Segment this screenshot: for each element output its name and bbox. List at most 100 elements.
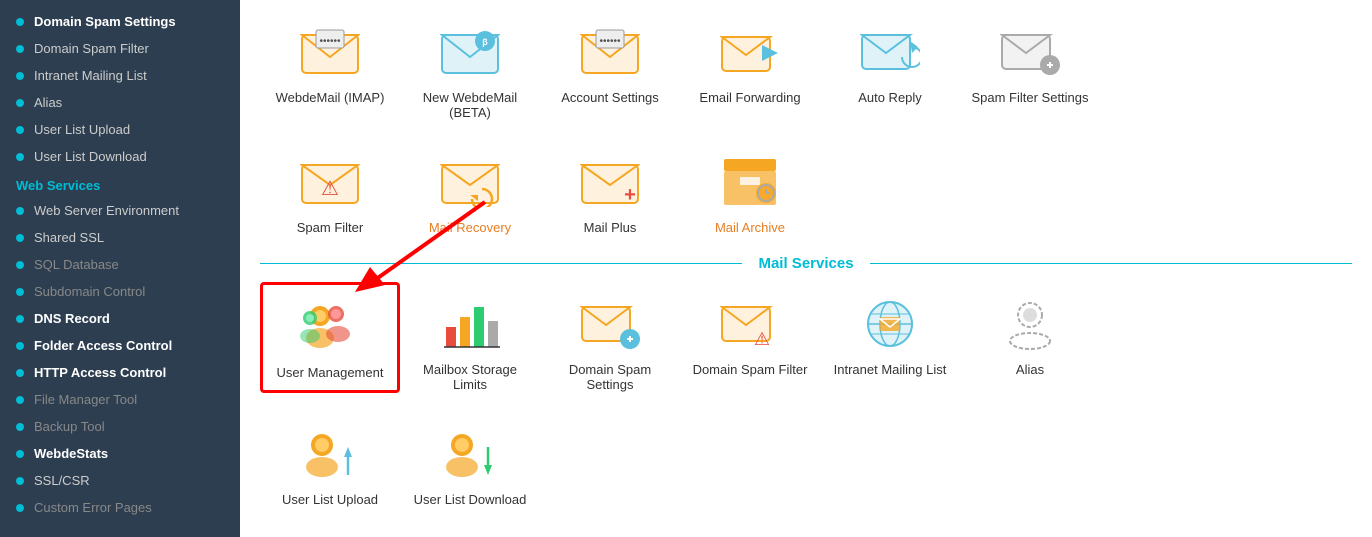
dot-icon	[16, 126, 24, 134]
dot-icon	[16, 99, 24, 107]
user-management-icon	[298, 295, 362, 359]
sidebar-item-user-list-upload[interactable]: User List Upload	[0, 116, 240, 143]
dot-icon	[16, 477, 24, 485]
mail-archive-label: Mail Archive	[715, 220, 785, 235]
mail-services-title: Mail Services	[742, 255, 869, 272]
sidebar-item-backup-tool[interactable]: Backup Tool	[0, 413, 240, 440]
user-list-upload-label: User List Upload	[282, 492, 378, 507]
mail-recovery[interactable]: Mail Recovery	[400, 140, 540, 245]
user-management[interactable]: User Management	[260, 282, 400, 393]
mail-services-divider: Mail Services	[260, 255, 1352, 272]
row3: User Management Mailbox Storage Limits	[260, 282, 1352, 402]
dot-icon	[16, 207, 24, 215]
email-forwarding-icon	[718, 20, 782, 84]
spam-filter-label: Spam Filter	[297, 220, 363, 235]
account-settings[interactable]: •••••• Account Settings	[540, 10, 680, 115]
email-forwarding-label: Email Forwarding	[699, 90, 800, 105]
domain-spam-filter-icon-item[interactable]: ⚠ Domain Spam Filter	[680, 282, 820, 387]
user-list-download[interactable]: User List Download	[400, 412, 540, 517]
spam-filter[interactable]: ⚠ Spam Filter	[260, 140, 400, 245]
svg-text:+: +	[624, 184, 636, 206]
new-webdemail-label: New WebdeMail (BETA)	[408, 90, 532, 120]
sidebar-item-webdestats[interactable]: WebdeStats	[0, 440, 240, 467]
intranet-mailing-list-label: Intranet Mailing List	[834, 362, 947, 377]
domain-spam-settings-icon-item[interactable]: Domain Spam Settings	[540, 282, 680, 402]
auto-reply-label: Auto Reply	[858, 90, 922, 105]
row2: ⚠ Spam Filter Mail Recovery	[260, 140, 1352, 245]
dot-icon	[16, 423, 24, 431]
sidebar-item-domain-spam-settings[interactable]: Domain Spam Settings	[0, 8, 240, 35]
dot-icon	[16, 504, 24, 512]
sidebar-item-alias[interactable]: Alias	[0, 89, 240, 116]
svg-text:••••••: ••••••	[599, 36, 621, 47]
new-webdemail-beta[interactable]: β New WebdeMail (BETA)	[400, 10, 540, 130]
mail-archive[interactable]: Mail Archive	[680, 140, 820, 245]
svg-text:••••••: ••••••	[319, 36, 341, 47]
sidebar: Domain Spam Settings Domain Spam Filter …	[0, 0, 240, 537]
dot-icon	[16, 396, 24, 404]
intranet-mailing-list-icon-item[interactable]: Intranet Mailing List	[820, 282, 960, 387]
sidebar-item-subdomain-control[interactable]: Subdomain Control	[0, 278, 240, 305]
dot-icon	[16, 450, 24, 458]
dot-icon	[16, 315, 24, 323]
dot-icon	[16, 234, 24, 242]
dot-icon	[16, 288, 24, 296]
divider-line-left	[260, 263, 742, 264]
mail-plus[interactable]: + Mail Plus	[540, 140, 680, 245]
domain-spam-settings-icon	[578, 292, 642, 356]
dot-icon	[16, 261, 24, 269]
spam-filter-settings[interactable]: Spam Filter Settings	[960, 10, 1100, 115]
new-webdemail-icon: β	[438, 20, 502, 84]
user-list-upload[interactable]: User List Upload	[260, 412, 400, 517]
dot-icon	[16, 72, 24, 80]
alias-label: Alias	[1016, 362, 1044, 377]
webdemail-imap[interactable]: •••••• WebdeMail (IMAP)	[260, 10, 400, 115]
domain-spam-filter-label: Domain Spam Filter	[693, 362, 808, 377]
user-list-download-label: User List Download	[414, 492, 527, 507]
email-forwarding[interactable]: Email Forwarding	[680, 10, 820, 115]
dot-icon	[16, 45, 24, 53]
sidebar-item-file-manager-tool[interactable]: File Manager Tool	[0, 386, 240, 413]
user-list-upload-icon	[298, 422, 362, 486]
auto-reply[interactable]: Auto Reply	[820, 10, 960, 115]
account-settings-icon: ••••••	[578, 20, 642, 84]
sidebar-item-web-server-environment[interactable]: Web Server Environment	[0, 197, 240, 224]
sidebar-item-user-list-download[interactable]: User List Download	[0, 143, 240, 170]
mail-archive-icon	[718, 150, 782, 214]
svg-text:⚠: ⚠	[754, 329, 770, 349]
sidebar-item-shared-ssl[interactable]: Shared SSL	[0, 224, 240, 251]
web-services-section-label: Web Services	[0, 170, 240, 197]
row4: User List Upload User List Download	[260, 412, 1352, 517]
mail-recovery-icon	[438, 150, 502, 214]
domain-spam-settings-label: Domain Spam Settings	[548, 362, 672, 392]
mail-plus-label: Mail Plus	[584, 220, 637, 235]
spam-filter-settings-label: Spam Filter Settings	[971, 90, 1088, 105]
sidebar-item-intranet-mailing-list[interactable]: Intranet Mailing List	[0, 62, 240, 89]
dot-icon	[16, 153, 24, 161]
domain-spam-filter-icon: ⚠	[718, 292, 782, 356]
alias-icon-item[interactable]: Alias	[960, 282, 1100, 387]
mail-recovery-label: Mail Recovery	[429, 220, 511, 235]
auto-reply-icon	[858, 20, 922, 84]
sidebar-item-custom-error-pages[interactable]: Custom Error Pages	[0, 494, 240, 521]
mailbox-storage-limits-label: Mailbox Storage Limits	[408, 362, 532, 392]
mail-plus-icon: +	[578, 150, 642, 214]
user-list-download-icon	[438, 422, 502, 486]
dot-icon	[16, 369, 24, 377]
sidebar-item-sql-database[interactable]: SQL Database	[0, 251, 240, 278]
sidebar-item-domain-spam-filter[interactable]: Domain Spam Filter	[0, 35, 240, 62]
sidebar-item-ssl-csr[interactable]: SSL/CSR	[0, 467, 240, 494]
mailbox-storage-limits-icon	[438, 292, 502, 356]
sidebar-item-folder-access-control[interactable]: Folder Access Control	[0, 332, 240, 359]
mailbox-storage-limits[interactable]: Mailbox Storage Limits	[400, 282, 540, 402]
user-management-label: User Management	[277, 365, 384, 380]
sidebar-item-http-access-control[interactable]: HTTP Access Control	[0, 359, 240, 386]
dot-icon	[16, 342, 24, 350]
sidebar-item-dns-record[interactable]: DNS Record	[0, 305, 240, 332]
intranet-mailing-list-icon	[858, 292, 922, 356]
webdemail-imap-label: WebdeMail (IMAP)	[276, 90, 385, 105]
svg-text:β: β	[482, 37, 488, 47]
row1: •••••• WebdeMail (IMAP) β New WebdeMail …	[260, 10, 1352, 130]
alias-icon	[998, 292, 1062, 356]
svg-text:⚠: ⚠	[321, 178, 339, 200]
